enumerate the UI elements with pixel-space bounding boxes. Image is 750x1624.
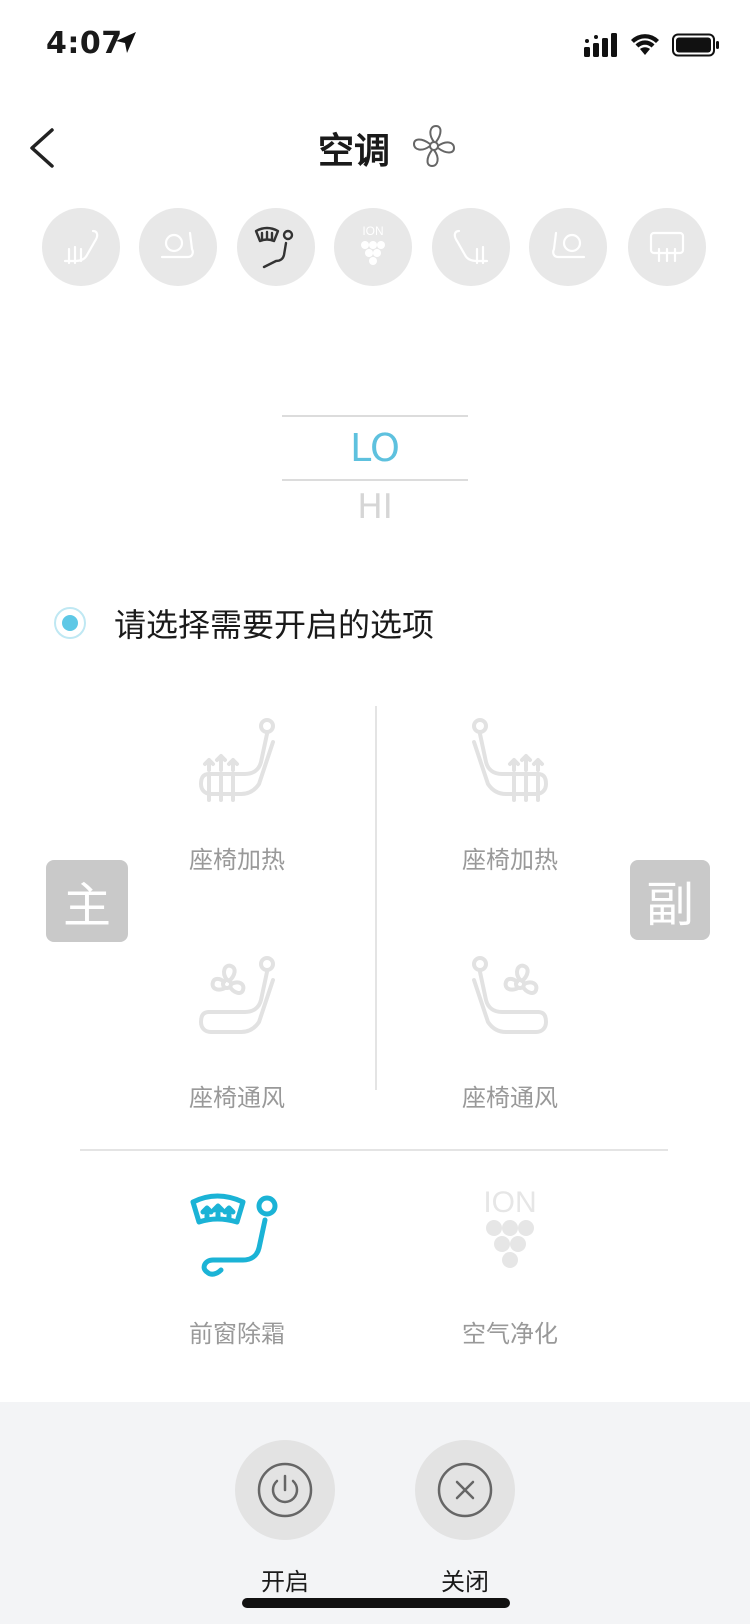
page-title: 空调 <box>318 131 391 172</box>
seat-heat-passenger-icon <box>453 229 489 265</box>
option-label: 前窗除霜 <box>189 1320 285 1348</box>
picker-next-value[interactable]: HI <box>282 481 468 533</box>
seat-ventilation-icon <box>472 956 548 1034</box>
option-label: 座椅通风 <box>462 1084 558 1112</box>
wifi-icon <box>631 34 659 55</box>
option-label: 空气净化 <box>462 1320 558 1348</box>
ion-text: ION <box>483 1186 536 1219</box>
shortcut-defrost[interactable] <box>237 208 315 286</box>
power-off-label: 关闭 <box>441 1568 489 1596</box>
back-button[interactable] <box>22 118 62 178</box>
option-driver-seat-heat[interactable]: 座椅加热 <box>147 712 327 875</box>
seat-heat-icon <box>63 229 99 265</box>
chevron-left-icon <box>30 128 54 168</box>
seat-ventilation-icon <box>160 231 194 259</box>
ion-purifier-icon: ION <box>361 224 385 265</box>
location-arrow-icon <box>116 32 136 53</box>
prompt-text: 请选择需要开启的选项 <box>114 606 435 644</box>
driver-badge: 主 <box>46 860 128 942</box>
battery-icon <box>672 33 719 57</box>
radio-indicator[interactable] <box>54 607 86 639</box>
fan-icon <box>412 124 456 168</box>
status-icons <box>584 30 720 60</box>
seat-ventilation-passenger-icon <box>552 231 586 259</box>
option-label: 座椅加热 <box>189 846 285 874</box>
power-off-button[interactable]: 关闭 <box>415 1440 515 1597</box>
option-driver-seat-vent[interactable]: 座椅通风 <box>147 950 327 1113</box>
radio-dot <box>62 615 78 631</box>
select-prompt: 请选择需要开启的选项 <box>54 602 434 644</box>
shortcut-seat-vent-passenger[interactable] <box>529 208 607 286</box>
power-off-circle[interactable] <box>415 1440 515 1540</box>
rear-defrost-icon <box>649 231 685 263</box>
power-icon <box>257 1462 313 1518</box>
shortcut-seat-heat-passenger[interactable] <box>432 208 510 286</box>
seat-heat-icon <box>472 718 548 802</box>
shortcut-ion[interactable]: ION <box>334 208 412 286</box>
close-icon <box>437 1462 493 1518</box>
option-label: 座椅加热 <box>462 846 558 874</box>
option-passenger-seat-heat[interactable]: 座椅加热 <box>420 712 600 875</box>
shortcut-rear-defrost[interactable] <box>628 208 706 286</box>
svg-text:ION: ION <box>362 224 383 238</box>
bottom-action-bar: 开启 关闭 <box>0 1402 750 1624</box>
seat-ventilation-icon <box>199 956 275 1034</box>
center-divider <box>375 706 377 1090</box>
shortcut-row: ION <box>42 208 712 288</box>
power-on-label: 开启 <box>261 1568 309 1596</box>
power-on-circle[interactable] <box>235 1440 335 1540</box>
cellular-signal-icon <box>584 33 617 57</box>
horizontal-divider <box>80 1149 668 1151</box>
shortcut-seat-heat[interactable] <box>42 208 120 286</box>
status-bar: 4:07 <box>0 0 750 90</box>
shortcut-seat-vent[interactable] <box>139 208 217 286</box>
temperature-picker[interactable]: LO HI <box>282 415 468 533</box>
seat-heat-icon <box>199 718 275 802</box>
ion-purifier-icon: ION <box>483 1186 537 1268</box>
option-passenger-seat-vent[interactable]: 座椅通风 <box>420 950 600 1113</box>
power-on-button[interactable]: 开启 <box>235 1440 335 1597</box>
picker-selected-value[interactable]: LO <box>282 417 468 479</box>
status-time: 4:07 <box>46 26 123 61</box>
defrost-icon <box>254 226 294 269</box>
option-label: 座椅通风 <box>189 1084 285 1112</box>
passenger-badge: 副 <box>630 860 710 940</box>
option-front-defrost[interactable]: 前窗除霜 <box>147 1186 327 1349</box>
defrost-icon <box>190 1193 278 1277</box>
option-air-purify[interactable]: ION 空气净化 <box>420 1186 600 1349</box>
home-indicator <box>242 1598 510 1608</box>
